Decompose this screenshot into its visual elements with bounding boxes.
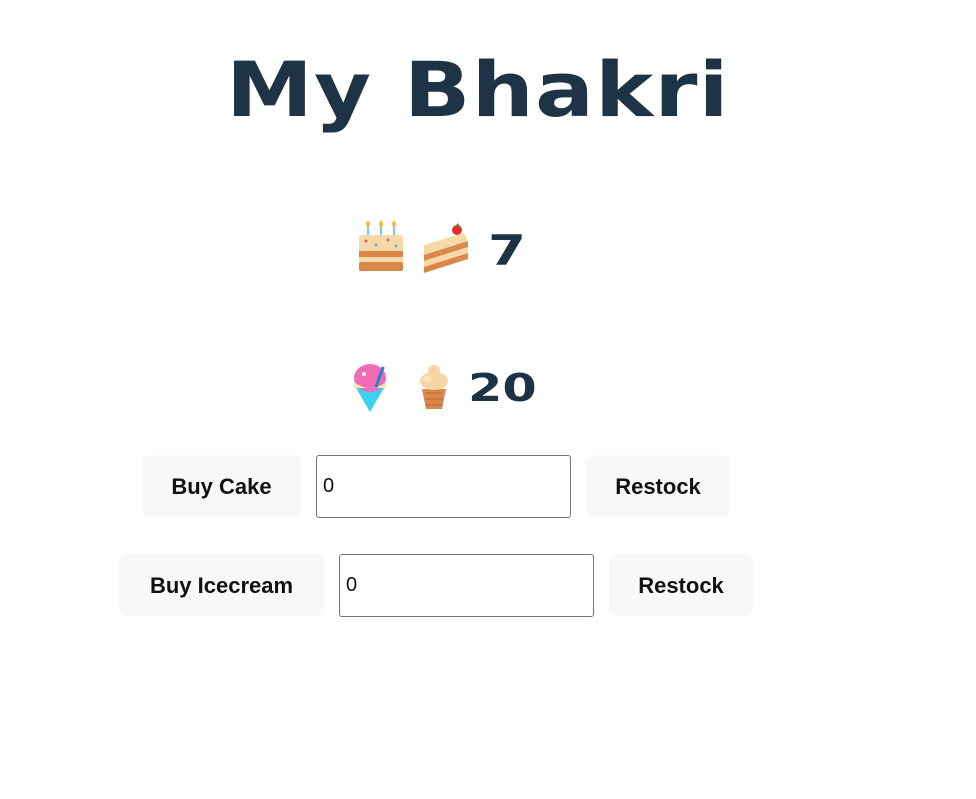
birthday-cake-icon <box>356 221 406 279</box>
cake-quantity-input[interactable] <box>316 455 571 518</box>
ice-cream-cone-icon <box>414 361 454 415</box>
cake-stock-row: 7 <box>356 220 526 280</box>
icecream-stock-row: 20 <box>348 358 537 418</box>
icecream-count: 20 <box>468 366 537 410</box>
restock-cake-button[interactable]: Restock <box>586 455 730 517</box>
page-title: My Bhakri <box>226 45 730 134</box>
cake-count: 7 <box>488 225 527 275</box>
buy-icecream-button[interactable]: Buy Icecream <box>119 554 324 616</box>
restock-icecream-button[interactable]: Restock <box>609 554 753 616</box>
buy-cake-button[interactable]: Buy Cake <box>142 455 301 517</box>
shaved-ice-icon <box>348 360 392 416</box>
icecream-quantity-input[interactable] <box>339 554 594 617</box>
cake-slice-icon <box>420 223 470 277</box>
